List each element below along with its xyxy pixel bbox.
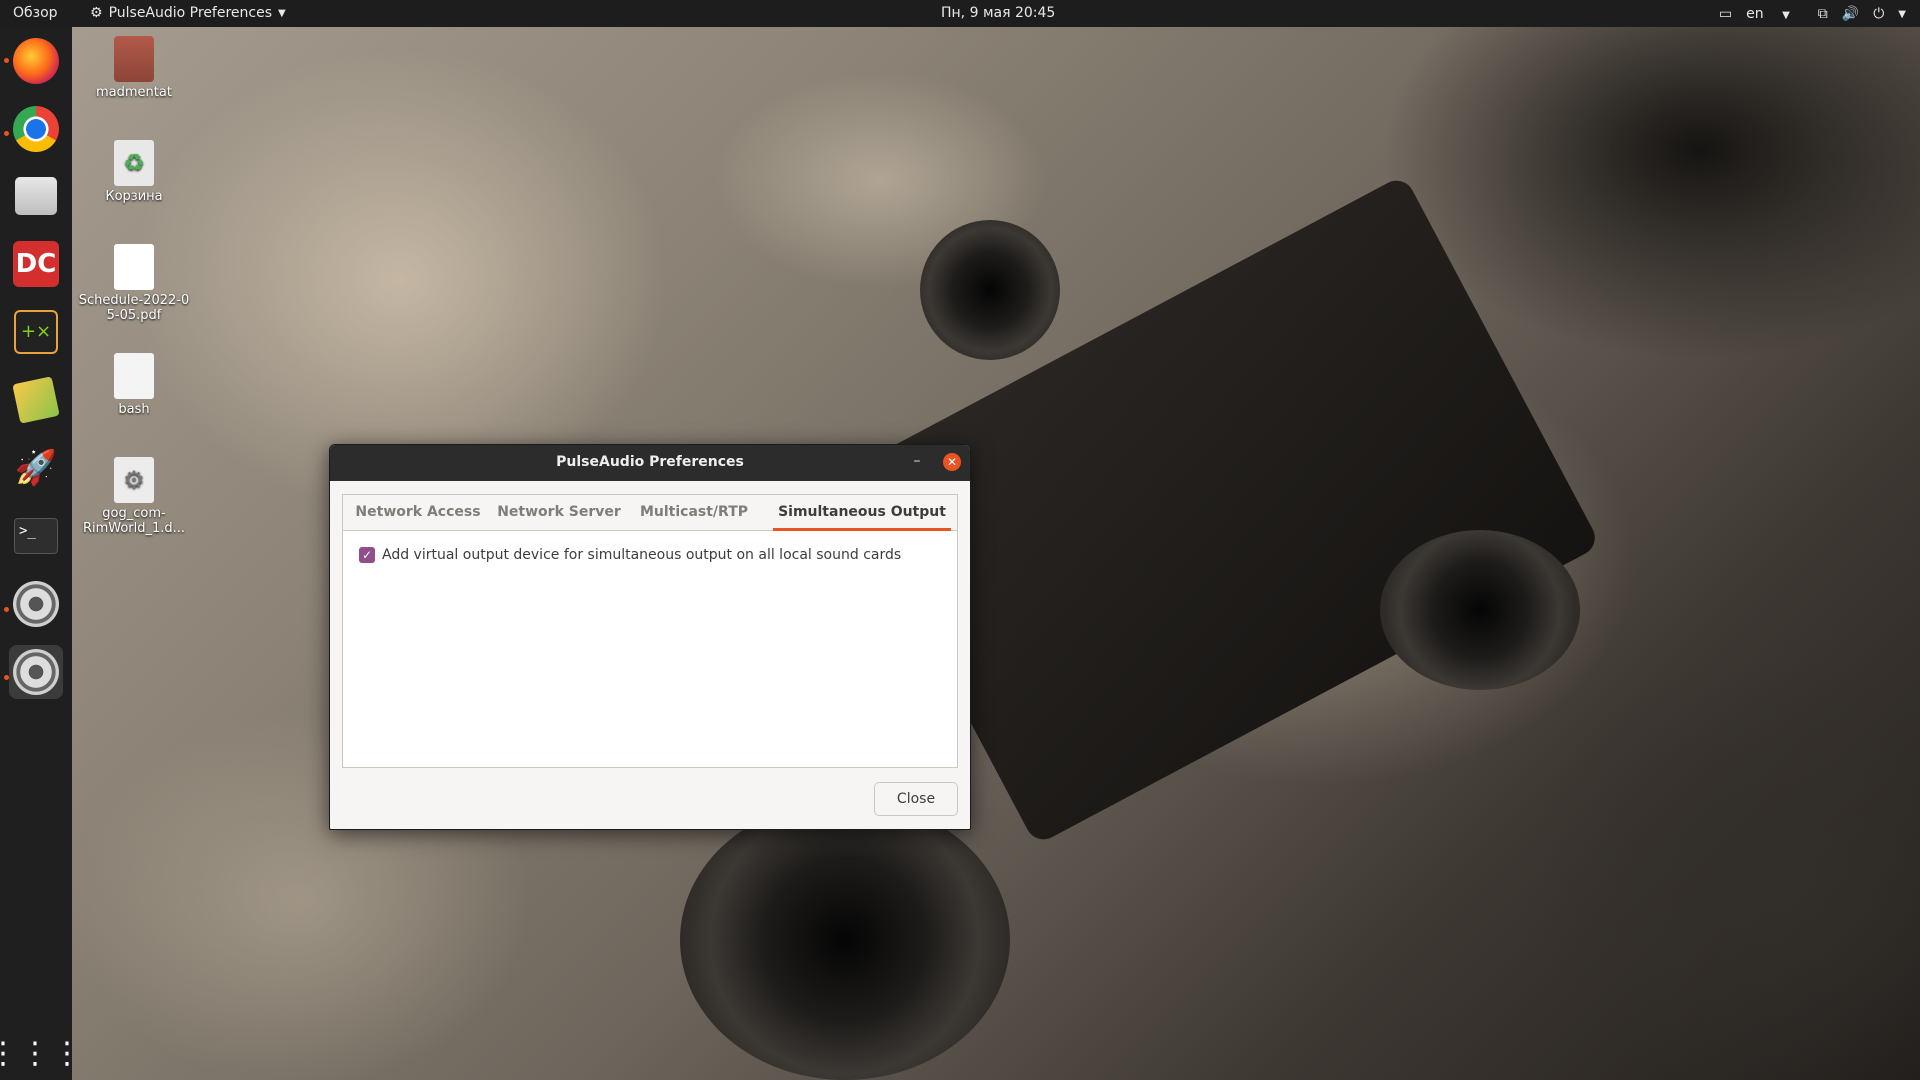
dock-rocket-launcher[interactable]: 🚀	[9, 441, 63, 495]
wallpaper-camera-lens	[680, 800, 1010, 1080]
wallpaper-camera-dial	[1380, 530, 1580, 690]
dock-chrome[interactable]	[9, 102, 63, 156]
desktop-icon-rimworld[interactable]: ⚙ gog_com- RimWorld_1.d...	[76, 457, 192, 536]
clock[interactable]: Пн, 9 мая 20:45	[941, 5, 1055, 21]
preferences-notebook: Network Access Network Server Multicast/…	[342, 494, 958, 768]
trash-icon: ♻	[114, 140, 154, 186]
keyboard-layout-label: en	[1746, 6, 1764, 22]
settings-icon	[13, 649, 59, 695]
wallpaper-camera-knob	[920, 220, 1060, 360]
calculator-icon: +×	[14, 310, 58, 354]
chevron-down-icon[interactable]: ▼	[1898, 9, 1906, 20]
desktop-icon-label: madmentat	[96, 85, 172, 100]
pdf-file-icon	[114, 244, 154, 290]
tab-network-server[interactable]: Network Server	[491, 495, 627, 531]
files-icon	[15, 177, 57, 215]
dialog-titlebar[interactable]: PulseAudio Preferences – ✕	[330, 445, 970, 481]
close-icon[interactable]: ✕	[943, 453, 961, 471]
home-folder-icon	[114, 36, 154, 82]
close-button[interactable]: Close	[874, 782, 958, 816]
app-menu[interactable]: ⚙ PulseAudio Preferences ▼	[90, 5, 286, 21]
tab-simultaneous-output[interactable]: Simultaneous Output	[773, 495, 951, 531]
app-dc-icon: DC	[13, 241, 59, 287]
dock-settings[interactable]	[9, 577, 63, 631]
power-icon[interactable]: ⏻	[1873, 6, 1884, 22]
activities-button[interactable]: Обзор	[13, 5, 58, 21]
dock-app-dc[interactable]: DC	[9, 237, 63, 291]
firefox-icon	[13, 38, 59, 84]
settings-icon	[13, 581, 59, 627]
terminal-icon: >_	[14, 518, 58, 554]
simultaneous-output-option[interactable]: ✓ Add virtual output device for simultan…	[359, 547, 901, 563]
text-editor-icon	[12, 376, 60, 424]
desktop-icon-bash[interactable]: bash	[76, 353, 192, 417]
desktop-icon-label: gog_com-	[102, 506, 166, 521]
dialog-title: PulseAudio Preferences	[556, 454, 744, 470]
tab-multicast-rtp[interactable]: Multicast/RTP	[633, 495, 755, 531]
desktop-icon-label: Корзина	[105, 189, 163, 204]
tab-network-access[interactable]: Network Access	[351, 495, 485, 531]
dock-text-editor[interactable]	[9, 373, 63, 427]
show-applications-button[interactable]: ⋮⋮⋮	[0, 1027, 82, 1080]
text-file-icon	[114, 353, 154, 399]
keyboard-layout[interactable]: en ▼	[1746, 6, 1804, 22]
dock-terminal[interactable]: >_	[9, 509, 63, 563]
desktop-icon-trash[interactable]: ♻ Корзина	[76, 140, 192, 204]
app-menu-label: PulseAudio Preferences	[108, 5, 273, 21]
dock: DC +× 🚀 >_ ⋮⋮⋮	[0, 27, 82, 1080]
desktop-icon-label: Schedule-2022-0	[78, 293, 190, 308]
desktop-icon-home[interactable]: madmentat	[76, 36, 192, 100]
dock-files[interactable]	[9, 169, 63, 223]
desktop-icon-label: RimWorld_1.d...	[82, 521, 186, 536]
system-tray: ▭ en ▼ ⧉ 🔊 ⏻ ▼	[1719, 4, 1920, 24]
desktop-icon-label: bash	[118, 402, 150, 417]
rocket-launcher-icon: 🚀	[14, 448, 58, 488]
minimize-button[interactable]: –	[908, 453, 926, 471]
installer-gear-icon: ⚙	[114, 457, 154, 503]
simultaneous-output-checkbox[interactable]: ✓	[359, 547, 375, 563]
grid-icon: ⋮⋮⋮	[0, 1036, 84, 1071]
top-panel: Обзор ⚙ PulseAudio Preferences ▼ Пн, 9 м…	[0, 0, 1920, 27]
dock-calculator[interactable]: +×	[9, 305, 63, 359]
volume-icon[interactable]: 🔊	[1842, 6, 1859, 22]
chevron-down-icon: ▼	[278, 7, 286, 19]
tab-bar: Network Access Network Server Multicast/…	[343, 495, 957, 531]
chevron-down-icon: ▼	[1782, 10, 1790, 21]
pulseaudio-preferences-dialog: PulseAudio Preferences – ✕ Network Acces…	[329, 444, 971, 830]
dock-pulseaudio-preferences[interactable]	[9, 645, 63, 699]
gear-icon: ⚙	[90, 5, 103, 21]
screen-icon[interactable]: ▭	[1719, 6, 1732, 22]
desktop-icon-schedule-pdf[interactable]: Schedule-2022-0 5-05.pdf	[76, 244, 192, 323]
dock-firefox[interactable]	[9, 34, 63, 88]
desktop-icon-label: 5-05.pdf	[106, 308, 162, 323]
network-icon[interactable]: ⧉	[1818, 6, 1828, 22]
chrome-icon	[13, 106, 59, 152]
checkbox-label[interactable]: Add virtual output device for simultaneo…	[382, 547, 901, 563]
